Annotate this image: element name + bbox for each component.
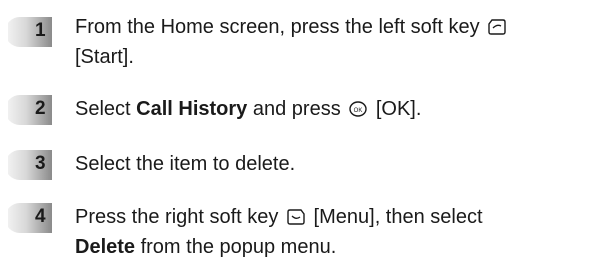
step-text-part: Press the right soft key bbox=[75, 206, 279, 228]
left-soft-key-icon bbox=[487, 17, 507, 44]
step-text-part: [Menu], then select bbox=[313, 206, 483, 228]
menu-item-name: Call History bbox=[136, 98, 248, 120]
step-number-badge: 3 bbox=[8, 148, 54, 182]
step-text: Select Call History and press OK [OK]. bbox=[75, 96, 587, 126]
ok-key-icon: OK bbox=[348, 99, 368, 126]
step-text: Press the right soft key [Menu], then se… bbox=[75, 204, 587, 261]
step-text-part: [Start]. bbox=[75, 46, 134, 68]
step-text-part: and press bbox=[247, 98, 341, 120]
right-soft-key-icon bbox=[286, 207, 306, 234]
step-text-part: From the Home screen, press the left sof… bbox=[75, 16, 480, 38]
step-text: Select the item to delete. bbox=[75, 153, 296, 175]
menu-item-name: Delete bbox=[75, 236, 136, 258]
svg-text:OK: OK bbox=[354, 108, 363, 114]
step-number: 1 bbox=[35, 20, 46, 41]
step-number-badge: 1 bbox=[8, 15, 54, 49]
step-number-badge: 4 bbox=[8, 201, 54, 235]
badge-shape-icon bbox=[8, 95, 52, 125]
step-number-badge: 2 bbox=[8, 93, 54, 127]
step-number: 2 bbox=[35, 98, 46, 119]
step-text-part: [OK]. bbox=[375, 98, 422, 120]
step-number: 3 bbox=[35, 153, 46, 174]
badge-shape-icon bbox=[8, 203, 52, 233]
badge-shape-icon bbox=[8, 150, 52, 180]
step-text-part: from the popup menu. bbox=[135, 236, 337, 258]
step-text: From the Home screen, press the left sof… bbox=[75, 14, 587, 71]
step-text-part: Select bbox=[75, 98, 137, 120]
step-number: 4 bbox=[35, 206, 46, 227]
badge-shape-icon bbox=[8, 17, 52, 47]
